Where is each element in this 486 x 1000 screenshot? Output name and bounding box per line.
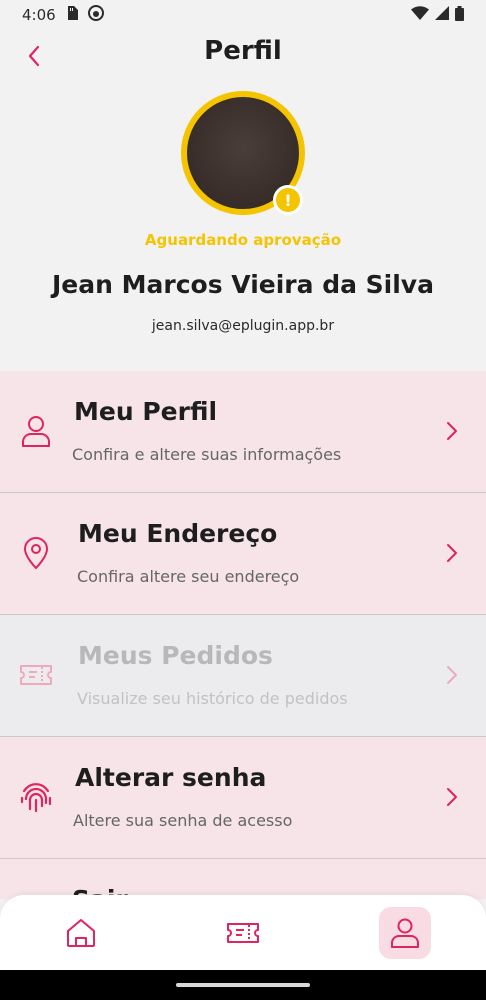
chevron-right-icon (447, 544, 457, 562)
ticket-icon (227, 922, 259, 943)
status-time: 4:06 (22, 6, 56, 24)
profile-menu: Meu Perfil Confira e altere suas informa… (0, 371, 486, 899)
menu-item-title: Meu Endereço (78, 519, 278, 548)
sd-card-icon (66, 6, 78, 24)
ticket-icon (20, 665, 52, 685)
battery-icon (455, 5, 464, 25)
user-email: jean.silva@eplugin.app.br (151, 318, 335, 334)
menu-item-change-password[interactable]: Alterar senha Altere sua senha de acesso (0, 737, 486, 859)
header: Perfil (0, 30, 486, 86)
warning-icon: ! (273, 185, 303, 215)
home-gesture-handle[interactable] (176, 983, 310, 987)
menu-item-subtitle: Confira e altere suas informações (72, 445, 342, 464)
fingerprint-icon (20, 783, 52, 813)
wifi-icon (411, 6, 429, 24)
chevron-right-icon (447, 666, 457, 684)
avatar-container[interactable]: ! (181, 91, 305, 215)
menu-item-subtitle: Altere sua senha de acesso (73, 811, 293, 830)
user-icon (391, 918, 419, 948)
status-bar: 4:06 (0, 0, 486, 30)
chevron-right-icon (447, 788, 457, 806)
menu-item-my-orders[interactable]: Meus Pedidos Visualize seu histórico de … (0, 615, 486, 737)
menu-item-title: Alterar senha (75, 763, 267, 792)
user-icon (22, 416, 50, 447)
menu-item-title: Meu Perfil (74, 397, 218, 426)
page-title: Perfil (204, 36, 282, 66)
system-navigation-bar (0, 970, 486, 1000)
home-icon (67, 918, 95, 947)
menu-item-logout[interactable]: Sair (0, 859, 486, 899)
menu-item-my-address[interactable]: Meu Endereço Confira altere seu endereço (0, 493, 486, 615)
chevron-right-icon (447, 422, 457, 440)
nav-orders[interactable] (217, 907, 269, 959)
menu-item-subtitle: Confira altere seu endereço (77, 567, 300, 586)
signal-icon (435, 6, 449, 24)
menu-item-my-profile[interactable]: Meu Perfil Confira e altere suas informa… (0, 371, 486, 493)
nav-profile[interactable] (379, 906, 431, 959)
app-notification-icon (87, 5, 104, 25)
menu-item-title: Meus Pedidos (78, 641, 273, 670)
location-pin-icon (24, 537, 48, 569)
menu-item-subtitle: Visualize seu histórico de pedidos (77, 689, 348, 708)
nav-home[interactable] (55, 907, 107, 959)
approval-status: Aguardando aprovação (144, 231, 342, 249)
bottom-navigation (0, 895, 486, 970)
user-name: Jean Marcos Vieira da Silva (52, 270, 434, 299)
